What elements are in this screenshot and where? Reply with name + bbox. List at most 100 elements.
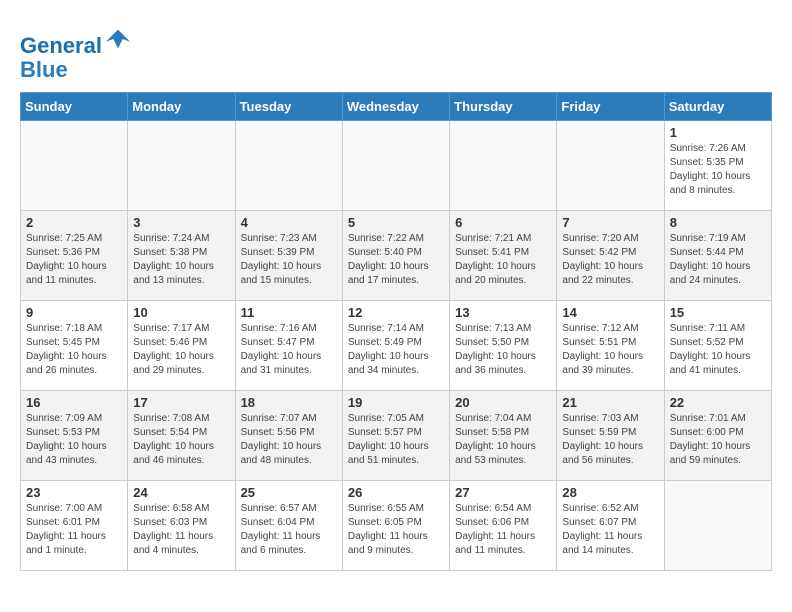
day-number: 15 (670, 305, 766, 320)
day-info: Sunrise: 6:54 AM Sunset: 6:06 PM Dayligh… (455, 502, 551, 558)
calendar-cell (664, 481, 771, 571)
weekday-header: Monday (128, 93, 235, 121)
day-info: Sunrise: 7:26 AM Sunset: 5:35 PM Dayligh… (670, 142, 766, 198)
calendar-cell (342, 121, 449, 211)
day-number: 21 (562, 395, 658, 410)
day-info: Sunrise: 7:14 AM Sunset: 5:49 PM Dayligh… (348, 322, 444, 378)
day-info: Sunrise: 7:13 AM Sunset: 5:50 PM Dayligh… (455, 322, 551, 378)
calendar-cell: 6 Sunrise: 7:21 AM Sunset: 5:41 PM Daylig… (450, 211, 557, 301)
day-info: Sunrise: 7:08 AM Sunset: 5:54 PM Dayligh… (133, 412, 229, 468)
calendar-cell: 1 Sunrise: 7:26 AM Sunset: 5:35 PM Daylig… (664, 121, 771, 211)
day-info: Sunrise: 6:55 AM Sunset: 6:05 PM Dayligh… (348, 502, 444, 558)
day-number: 7 (562, 215, 658, 230)
day-info: Sunrise: 7:25 AM Sunset: 5:36 PM Dayligh… (26, 232, 122, 288)
day-number: 14 (562, 305, 658, 320)
calendar-cell (235, 121, 342, 211)
calendar-cell: 28 Sunrise: 6:52 AM Sunset: 6:07 PM Dayli… (557, 481, 664, 571)
calendar-week-row: 16Sunrise: 7:09 AM Sunset: 5:53 PM Dayli… (21, 391, 772, 481)
day-number: 13 (455, 305, 551, 320)
logo-general: General (20, 33, 102, 58)
calendar-cell: 8Sunrise: 7:19 AM Sunset: 5:44 PM Daylig… (664, 211, 771, 301)
day-info: Sunrise: 7:19 AM Sunset: 5:44 PM Dayligh… (670, 232, 766, 288)
calendar-cell: 18Sunrise: 7:07 AM Sunset: 5:56 PM Dayli… (235, 391, 342, 481)
day-info: Sunrise: 7:23 AM Sunset: 5:39 PM Dayligh… (241, 232, 337, 288)
day-number: 1 (670, 125, 766, 140)
calendar-cell: 3 Sunrise: 7:24 AM Sunset: 5:38 PM Daylig… (128, 211, 235, 301)
day-info: Sunrise: 7:11 AM Sunset: 5:52 PM Dayligh… (670, 322, 766, 378)
logo: General Blue (20, 25, 132, 82)
day-info: Sunrise: 6:52 AM Sunset: 6:07 PM Dayligh… (562, 502, 658, 558)
calendar-cell (557, 121, 664, 211)
day-info: Sunrise: 7:20 AM Sunset: 5:42 PM Dayligh… (562, 232, 658, 288)
calendar-cell: 20 Sunrise: 7:04 AM Sunset: 5:58 PM Dayli… (450, 391, 557, 481)
day-number: 6 (455, 215, 551, 230)
day-number: 12 (348, 305, 444, 320)
calendar-cell: 22 Sunrise: 7:01 AM Sunset: 6:00 PM Dayli… (664, 391, 771, 481)
calendar-cell: 4 Sunrise: 7:23 AM Sunset: 5:39 PM Daylig… (235, 211, 342, 301)
day-number: 3 (133, 215, 229, 230)
calendar-cell: 19 Sunrise: 7:05 AM Sunset: 5:57 PM Dayli… (342, 391, 449, 481)
logo-blue: Blue (20, 57, 68, 82)
day-number: 11 (241, 305, 337, 320)
calendar-cell: 14 Sunrise: 7:12 AM Sunset: 5:51 PM Dayli… (557, 301, 664, 391)
day-number: 20 (455, 395, 551, 410)
calendar-cell: 16Sunrise: 7:09 AM Sunset: 5:53 PM Dayli… (21, 391, 128, 481)
day-info: Sunrise: 7:24 AM Sunset: 5:38 PM Dayligh… (133, 232, 229, 288)
day-info: Sunrise: 7:17 AM Sunset: 5:46 PM Dayligh… (133, 322, 229, 378)
day-info: Sunrise: 6:57 AM Sunset: 6:04 PM Dayligh… (241, 502, 337, 558)
day-number: 23 (26, 485, 122, 500)
day-info: Sunrise: 7:09 AM Sunset: 5:53 PM Dayligh… (26, 412, 122, 468)
day-number: 9 (26, 305, 122, 320)
weekday-header-row: SundayMondayTuesdayWednesdayThursdayFrid… (21, 93, 772, 121)
calendar-week-row: 9 Sunrise: 7:18 AM Sunset: 5:45 PM Daylig… (21, 301, 772, 391)
page-header: General Blue (20, 20, 772, 82)
day-info: Sunrise: 7:16 AM Sunset: 5:47 PM Dayligh… (241, 322, 337, 378)
day-info: Sunrise: 7:12 AM Sunset: 5:51 PM Dayligh… (562, 322, 658, 378)
calendar-cell (21, 121, 128, 211)
day-number: 26 (348, 485, 444, 500)
calendar-cell: 13 Sunrise: 7:13 AM Sunset: 5:50 PM Dayli… (450, 301, 557, 391)
day-number: 19 (348, 395, 444, 410)
day-number: 10 (133, 305, 229, 320)
calendar-week-row: 1 Sunrise: 7:26 AM Sunset: 5:35 PM Daylig… (21, 121, 772, 211)
day-info: Sunrise: 6:58 AM Sunset: 6:03 PM Dayligh… (133, 502, 229, 558)
weekday-header: Sunday (21, 93, 128, 121)
calendar-cell: 9 Sunrise: 7:18 AM Sunset: 5:45 PM Daylig… (21, 301, 128, 391)
weekday-header: Friday (557, 93, 664, 121)
day-number: 27 (455, 485, 551, 500)
day-number: 2 (26, 215, 122, 230)
day-info: Sunrise: 7:04 AM Sunset: 5:58 PM Dayligh… (455, 412, 551, 468)
calendar-cell: 12 Sunrise: 7:14 AM Sunset: 5:49 PM Dayli… (342, 301, 449, 391)
day-number: 25 (241, 485, 337, 500)
calendar-cell: 2 Sunrise: 7:25 AM Sunset: 5:36 PM Daylig… (21, 211, 128, 301)
calendar-cell: 5 Sunrise: 7:22 AM Sunset: 5:40 PM Daylig… (342, 211, 449, 301)
day-number: 18 (241, 395, 337, 410)
calendar-cell: 10 Sunrise: 7:17 AM Sunset: 5:46 PM Dayli… (128, 301, 235, 391)
calendar-cell (128, 121, 235, 211)
calendar-cell: 25 Sunrise: 6:57 AM Sunset: 6:04 PM Dayli… (235, 481, 342, 571)
day-number: 24 (133, 485, 229, 500)
day-info: Sunrise: 7:00 AM Sunset: 6:01 PM Dayligh… (26, 502, 122, 558)
day-info: Sunrise: 7:18 AM Sunset: 5:45 PM Dayligh… (26, 322, 122, 378)
calendar-cell: 11 Sunrise: 7:16 AM Sunset: 5:47 PM Dayli… (235, 301, 342, 391)
weekday-header: Wednesday (342, 93, 449, 121)
calendar-cell: 27 Sunrise: 6:54 AM Sunset: 6:06 PM Dayli… (450, 481, 557, 571)
day-number: 4 (241, 215, 337, 230)
day-number: 5 (348, 215, 444, 230)
day-number: 17 (133, 395, 229, 410)
weekday-header: Saturday (664, 93, 771, 121)
calendar-cell: 7 Sunrise: 7:20 AM Sunset: 5:42 PM Daylig… (557, 211, 664, 301)
calendar-cell (450, 121, 557, 211)
calendar-week-row: 2 Sunrise: 7:25 AM Sunset: 5:36 PM Daylig… (21, 211, 772, 301)
day-number: 28 (562, 485, 658, 500)
calendar-cell: 15 Sunrise: 7:11 AM Sunset: 5:52 PM Dayli… (664, 301, 771, 391)
weekday-header: Thursday (450, 93, 557, 121)
day-info: Sunrise: 7:21 AM Sunset: 5:41 PM Dayligh… (455, 232, 551, 288)
day-info: Sunrise: 7:22 AM Sunset: 5:40 PM Dayligh… (348, 232, 444, 288)
day-info: Sunrise: 7:01 AM Sunset: 6:00 PM Dayligh… (670, 412, 766, 468)
weekday-header: Tuesday (235, 93, 342, 121)
calendar-week-row: 23 Sunrise: 7:00 AM Sunset: 6:01 PM Dayli… (21, 481, 772, 571)
day-info: Sunrise: 7:05 AM Sunset: 5:57 PM Dayligh… (348, 412, 444, 468)
day-number: 22 (670, 395, 766, 410)
day-info: Sunrise: 7:03 AM Sunset: 5:59 PM Dayligh… (562, 412, 658, 468)
